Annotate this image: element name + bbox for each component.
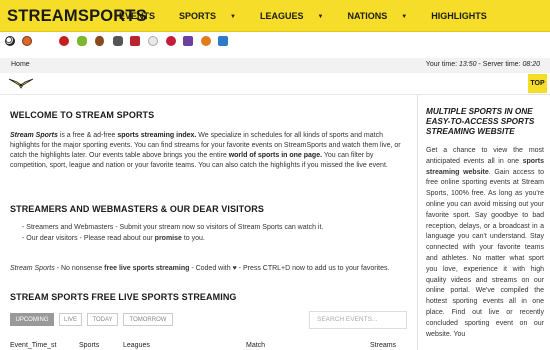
filter-tomorrow[interactable]: TOMORROW [123, 313, 173, 326]
welcome-heading: WELCOME TO STREAM SPORTS [10, 110, 155, 120]
chevron-down-icon: ▼ [230, 14, 236, 20]
filter-upcoming[interactable]: UPCOMING [10, 313, 54, 326]
nav-sports[interactable]: SPORTS ▼ [179, 11, 248, 21]
sports-icon-row [0, 32, 550, 52]
breadcrumb-home[interactable]: Home [11, 61, 30, 68]
top-button[interactable]: TOP [528, 74, 547, 93]
time-display: Your time: 13:50 - Server time: 08:20 [425, 61, 540, 68]
chevron-down-icon: ▼ [317, 14, 324, 20]
nav-nations[interactable]: NATIONS ▼ [347, 11, 419, 21]
server-time: 08:20 [522, 61, 540, 68]
handball-icon[interactable] [201, 36, 211, 46]
chevron-down-icon: ▼ [401, 14, 408, 20]
welcome-paragraph: Stream Sports is a free & ad-free sports… [10, 132, 401, 169]
local-time: 13:50 [459, 61, 477, 68]
tagline: Stream Sports - No nonsense free live sp… [10, 265, 390, 272]
column-divider [417, 95, 418, 350]
apple-icon[interactable] [77, 36, 87, 46]
nav-leagues[interactable]: LEAGUES ▼ [260, 11, 335, 21]
helmet-icon[interactable] [113, 36, 123, 46]
promise-link[interactable]: promise [155, 235, 182, 242]
col-sports[interactable]: Sports [79, 342, 99, 349]
soccer-ball-icon[interactable] [5, 36, 15, 46]
snooker-icon[interactable] [166, 36, 176, 46]
streamers-line: - Streamers and Webmasters - Submit your… [22, 224, 324, 231]
free-live-heading: STREAM SPORTS FREE LIVE SPORTS STREAMING [10, 292, 237, 302]
event-filters: UPCOMING LIVE TODAY TOMORROW [10, 313, 178, 326]
col-streams[interactable]: Streams [370, 342, 396, 349]
filter-live[interactable]: LIVE [59, 313, 82, 326]
col-event-time[interactable]: Event_Time_st [10, 342, 56, 349]
col-match[interactable]: Match [246, 342, 265, 349]
visitors-line: - Our dear visitors - Please read about … [22, 235, 205, 242]
secondary-bar: TOP [0, 73, 550, 95]
breadcrumb-bar: Home Your time: 13:50 - Server time: 08:… [0, 58, 550, 73]
nav-highlights[interactable]: HIGHLIGHTS [431, 11, 499, 21]
filter-today[interactable]: TODAY [87, 313, 118, 326]
volleyball-icon[interactable] [218, 36, 228, 46]
hockey-icon[interactable] [183, 36, 193, 46]
main-nav: EVENTS SPORTS ▼ LEAGUES ▼ NATIONS ▼ HIGHLIG… [119, 11, 511, 21]
streamers-heading: STREAMERS AND WEBMASTERS & OUR DEAR VISI… [10, 204, 264, 214]
nav-events[interactable]: EVENTS [119, 11, 167, 21]
bird-logo-icon [8, 78, 34, 89]
sidebar: MULTIPLE SPORTS IN ONE EASY-TO-ACCESS SP… [426, 107, 544, 340]
basketball-icon[interactable] [22, 36, 32, 46]
cricket-icon[interactable] [59, 36, 69, 46]
sidebar-heading: MULTIPLE SPORTS IN ONE EASY-TO-ACCESS SP… [426, 107, 535, 136]
golf-icon[interactable] [148, 36, 158, 46]
top-navbar: STREAMSPORTS EVENTS SPORTS ▼ LEAGUES ▼ NAT… [0, 0, 550, 32]
racing-icon[interactable] [130, 36, 140, 46]
rugby-icon[interactable] [95, 36, 104, 46]
sidebar-body: Get a chance to view the most anticipate… [426, 147, 544, 338]
col-leagues[interactable]: Leagues [123, 342, 150, 349]
search-events-input[interactable]: SEARCH EVENTS... [309, 311, 407, 329]
